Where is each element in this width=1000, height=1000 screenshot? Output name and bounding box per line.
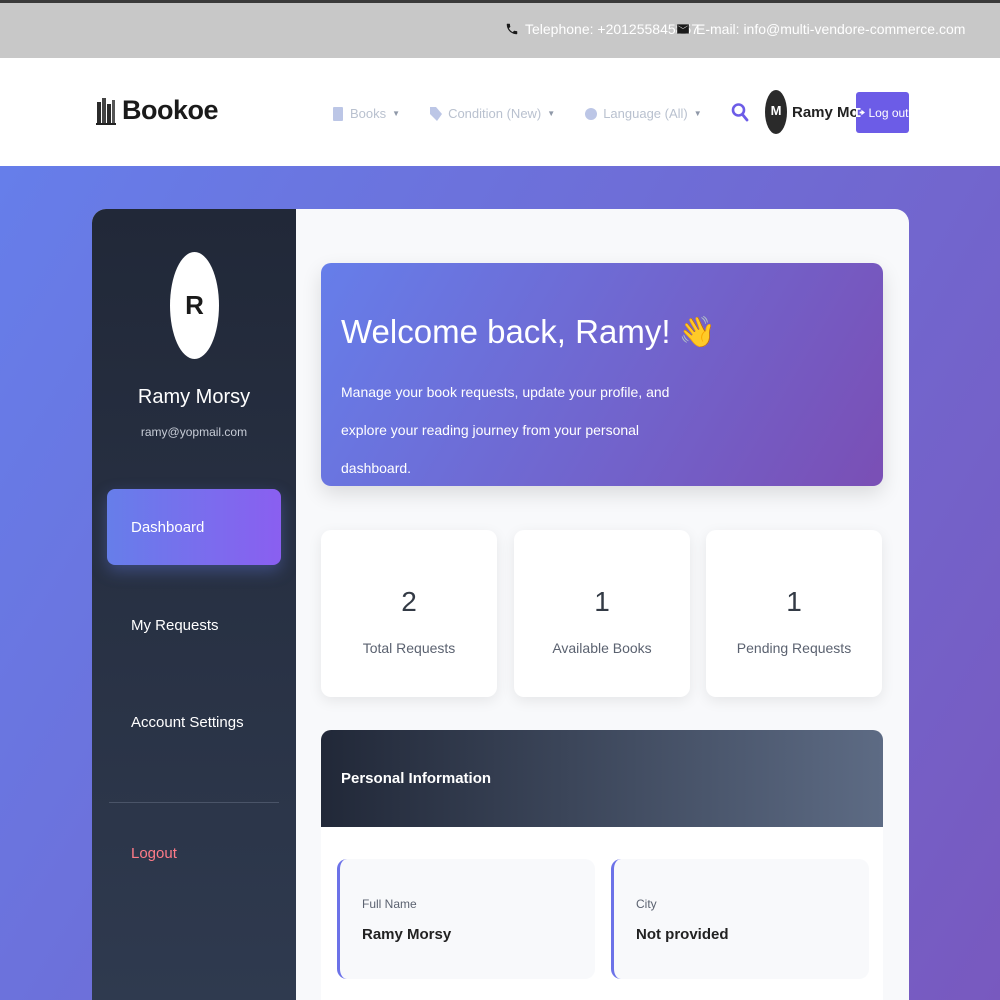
- caret-down-icon: ▼: [693, 109, 702, 118]
- sidebar-item-label: Account Settings: [131, 713, 244, 731]
- stat-label: Available Books: [552, 640, 652, 656]
- personal-info-title: Personal Information: [341, 770, 492, 787]
- sidebar: R Ramy Morsy ramy@yopmail.com Dashboard …: [92, 209, 296, 1000]
- sidebar-logout-label: Logout: [131, 844, 177, 862]
- welcome-title: Welcome back, Ramy! 👋: [341, 313, 716, 351]
- stat-value: 1: [786, 586, 802, 617]
- caret-down-icon: ▼: [392, 109, 401, 118]
- profile-avatar: R: [170, 252, 219, 359]
- profile-avatar-initial: R: [185, 290, 204, 320]
- profile-email: ramy@yopmail.com: [140, 425, 248, 439]
- nav-books-label: Books: [350, 106, 387, 121]
- brand-logo[interactable]: Bookoe: [96, 94, 219, 126]
- nav-language-label: Language (All): [603, 106, 688, 121]
- phone-text: Telephone: +201255845857: [525, 21, 700, 37]
- welcome-banner: Welcome back, Ramy! 👋 Manage your book r…: [321, 263, 883, 486]
- books-icon: [96, 98, 116, 125]
- welcome-text: Manage your book requests, update your p…: [341, 384, 670, 476]
- nav-condition-label: Condition (New): [448, 106, 542, 121]
- stat-card-total-requests: 2 Total Requests: [321, 530, 497, 697]
- stat-label: Total Requests: [362, 640, 456, 656]
- sidebar-item-label: Dashboard: [131, 518, 205, 536]
- user-avatar-initial: M: [770, 103, 782, 118]
- nav-condition-dropdown[interactable]: Condition (New) ▼: [430, 106, 555, 121]
- contact-phone[interactable]: Telephone: +201255845857: [505, 21, 699, 37]
- sign-out-icon: [856, 108, 866, 117]
- caret-down-icon: ▼: [547, 109, 556, 118]
- sidebar-item-dashboard[interactable]: Dashboard: [107, 489, 281, 565]
- main-nav: Books ▼ Condition (New) ▼ Language (All)…: [332, 106, 702, 121]
- stat-label: Pending Requests: [736, 640, 852, 656]
- globe-icon: [585, 107, 598, 120]
- main-header: Bookoe Books ▼ Condition (New) ▼ Languag…: [0, 58, 1000, 166]
- waving-hand-icon: 👋: [678, 315, 716, 349]
- stat-card-pending-requests: 1 Pending Requests: [706, 530, 882, 697]
- stat-card-available-books: 1 Available Books: [514, 530, 690, 697]
- field-city: City Not provided: [611, 859, 869, 979]
- nav-books-dropdown[interactable]: Books ▼: [332, 106, 400, 121]
- contact-bar: Telephone: +201255845857 E-mail: info@mu…: [0, 0, 1000, 58]
- field-label: City: [636, 897, 657, 911]
- dashboard-card: R Ramy Morsy ramy@yopmail.com Dashboard …: [92, 209, 909, 1000]
- envelope-icon: [677, 24, 689, 34]
- phone-icon: [506, 23, 518, 35]
- tag-icon: [430, 106, 443, 121]
- user-avatar[interactable]: M: [765, 90, 787, 134]
- stat-value: 2: [401, 586, 417, 617]
- sidebar-item-my-requests[interactable]: My Requests: [107, 587, 281, 663]
- stat-value: 1: [594, 586, 610, 617]
- contact-email[interactable]: E-mail: info@multi-vendore-commerce.com: [676, 21, 965, 37]
- main-content: Welcome back, Ramy! 👋 Manage your book r…: [296, 209, 909, 1000]
- search-icon[interactable]: [731, 101, 749, 123]
- field-value: Ramy Morsy: [362, 926, 452, 943]
- profile-name: Ramy Morsy: [137, 386, 251, 408]
- personal-info-header: Personal Information: [321, 730, 883, 827]
- sidebar-item-account-settings[interactable]: Account Settings: [107, 684, 281, 760]
- sidebar-divider: [109, 802, 279, 803]
- nav-language-dropdown[interactable]: Language (All) ▼: [585, 106, 702, 121]
- brand-name: Bookoe: [122, 94, 219, 125]
- header-logout-button[interactable]: Log out: [856, 92, 909, 133]
- field-value: Not provided: [636, 926, 729, 943]
- logout-label: Log out: [868, 105, 909, 120]
- welcome-title-text: Welcome back, Ramy!: [341, 313, 671, 350]
- book-icon: [333, 106, 343, 121]
- sidebar-item-logout[interactable]: Logout: [107, 815, 281, 891]
- field-full-name: Full Name Ramy Morsy: [337, 859, 595, 979]
- sidebar-item-label: My Requests: [131, 616, 219, 634]
- personal-info-card: Personal Information Full Name Ramy Mors…: [321, 730, 883, 1000]
- field-label: Full Name: [362, 897, 417, 911]
- email-text: E-mail: info@multi-vendore-commerce.com: [696, 21, 966, 37]
